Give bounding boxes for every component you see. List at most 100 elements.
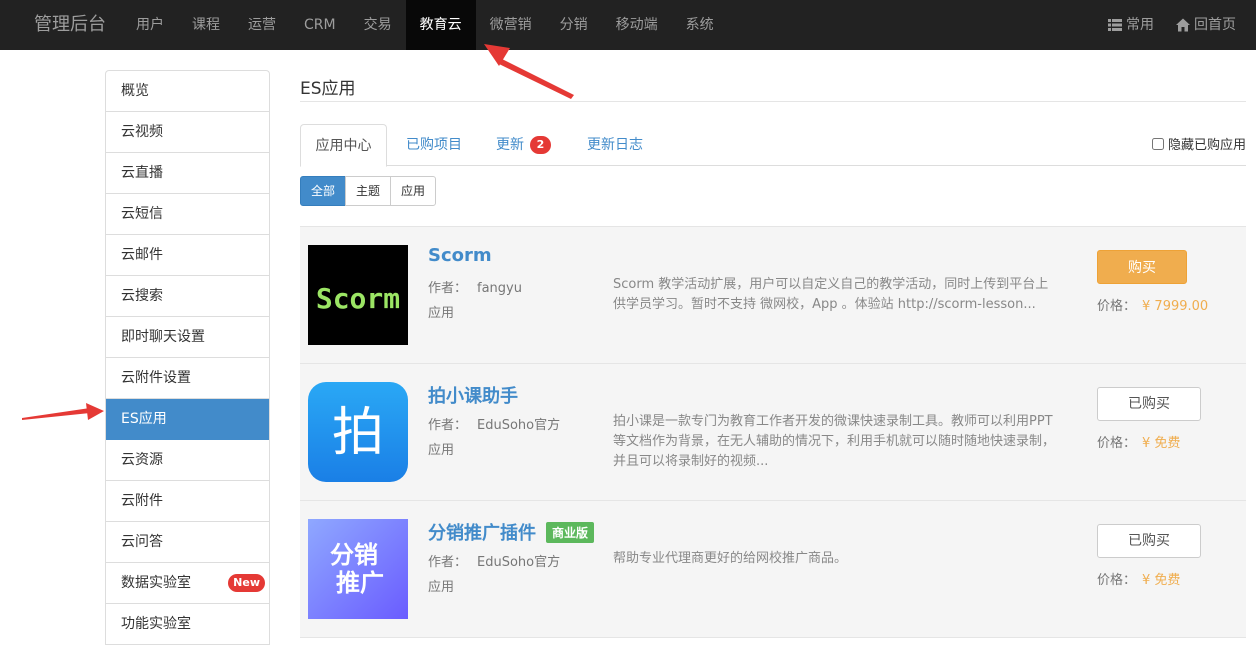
author-value: EduSoho官方 — [477, 418, 561, 433]
sidebar-item-cloud-video[interactable]: 云视频 — [106, 112, 269, 153]
author-label: 作者： — [428, 281, 468, 296]
sidebar-item-es-apps[interactable]: ES应用 — [106, 399, 269, 440]
nav-item-operations[interactable]: 运营 — [234, 0, 290, 50]
title-divider — [300, 101, 1246, 102]
sidebar-item-cloud-resources[interactable]: 云资源 — [106, 440, 269, 481]
tab-changelog[interactable]: 更新日志 — [587, 124, 643, 166]
price-label: 价格： — [1097, 436, 1137, 451]
app-list: Scorm Scorm 作者： fangyu 应用 Scorm 教学活动扩展，用户… — [300, 226, 1246, 638]
price-label: 价格： — [1097, 573, 1137, 588]
list-item: 拍 拍小课助手 作者： EduSoho官方 应用 拍小课是一款专门为教育工作者开发… — [300, 364, 1246, 501]
nav-right: 常用 回首页 — [1108, 0, 1236, 50]
app-description: 帮助专业代理商更好的给网校推广商品。 — [613, 551, 848, 566]
app-author: 作者： EduSoho官方 — [428, 414, 560, 433]
sidebar-item-cloud-qa[interactable]: 云问答 — [106, 522, 269, 563]
nav-item-users[interactable]: 用户 — [122, 0, 178, 50]
app-type: 应用 — [428, 443, 455, 458]
sidebar-item-cloud-live[interactable]: 云直播 — [106, 153, 269, 194]
app-price: 价格： ¥ 7999.00 — [1097, 295, 1208, 314]
app-price: 价格： ¥ 免费 — [1097, 569, 1180, 588]
sidebar-item-cloud-attachments[interactable]: 云附件 — [106, 481, 269, 522]
app-name-text[interactable]: 分销推广插件 — [428, 519, 536, 545]
nav-item-micro-marketing[interactable]: 微营销 — [476, 0, 546, 50]
sidebar-item-feature-lab[interactable]: 功能实验室 — [106, 604, 269, 645]
common-link[interactable]: 常用 — [1108, 0, 1154, 50]
nav-item-trade[interactable]: 交易 — [350, 0, 406, 50]
nav-item-edu-cloud[interactable]: 教育云 — [405, 0, 476, 50]
app-description: Scorm 教学活动扩展，用户可以自定义自己的教学活动，同时上传到平台上供学员学… — [613, 277, 1049, 312]
app-type: 应用 — [428, 580, 455, 595]
main-nav: 用户 课程 运营 CRM 交易 教育云 微营销 分销 移动端 系统 — [122, 0, 728, 50]
paixiaoke-logo[interactable]: 拍 — [308, 382, 408, 482]
top-navbar: 管理后台 用户 课程 运营 CRM 交易 教育云 微营销 分销 移动端 系统 常… — [0, 0, 1256, 50]
author-value: fangyu — [477, 281, 522, 296]
purchased-button[interactable]: 已购买 — [1097, 524, 1201, 558]
svg-text:Scorm: Scorm — [316, 282, 400, 315]
price-value: ¥ 免费 — [1142, 573, 1181, 588]
home-icon — [1176, 18, 1190, 32]
page-title: ES应用 — [300, 79, 356, 99]
arrow-to-edu-cloud — [484, 44, 574, 99]
hide-purchased-label: 隐藏已购应用 — [1167, 138, 1246, 153]
app-name-text[interactable]: 拍小课助手 — [428, 382, 518, 408]
new-badge: New — [228, 574, 265, 592]
sidebar-item-overview[interactable]: 概览 — [106, 71, 269, 112]
scorm-logo[interactable]: Scorm — [308, 245, 408, 345]
author-value: EduSoho官方 — [477, 555, 561, 570]
app-author: 作者： fangyu — [428, 277, 522, 296]
home-label: 回首页 — [1194, 17, 1236, 33]
app-name[interactable]: 拍小课助手 — [428, 382, 518, 408]
app-price: 价格： ¥ 免费 — [1097, 432, 1180, 451]
app-name-text[interactable]: Scorm — [428, 245, 492, 266]
common-label: 常用 — [1126, 17, 1154, 33]
svg-text:拍: 拍 — [332, 403, 384, 463]
tab-bar: 应用中心 已购项目 更新 2 更新日志 — [300, 124, 1246, 167]
price-label: 价格： — [1097, 299, 1137, 314]
price-value: ¥ 7999.00 — [1142, 299, 1209, 314]
hide-purchased-toggle[interactable]: 隐藏已购应用 — [1151, 134, 1246, 153]
tab-updates-label: 更新 — [496, 137, 524, 153]
app-description: 拍小课是一款专门为教育工作者开发的微课快速录制工具。教师可以利用PPT等文档作为… — [613, 414, 1056, 469]
list-item: 分销 推广 分销推广插件 商业版 作者： EduSoho官方 应用 帮助专业代理商更… — [300, 501, 1246, 638]
home-link[interactable]: 回首页 — [1176, 0, 1236, 50]
sidebar-item-label: 数据实验室 — [121, 575, 191, 591]
sidebar-item-im-settings[interactable]: 即时聊天设置 — [106, 317, 269, 358]
nav-item-crm[interactable]: CRM — [290, 0, 350, 50]
sidebar-item-cloud-sms[interactable]: 云短信 — [106, 194, 269, 235]
edition-badge: 商业版 — [546, 521, 595, 543]
sidebar-item-attachment-settings[interactable]: 云附件设置 — [106, 358, 269, 399]
svg-text:推广: 推广 — [336, 569, 384, 597]
update-count-badge: 2 — [530, 136, 551, 154]
nav-item-distribution[interactable]: 分销 — [546, 0, 602, 50]
author-label: 作者： — [428, 555, 468, 570]
price-value: ¥ 免费 — [1142, 436, 1181, 451]
filter-all[interactable]: 全部 — [300, 176, 347, 206]
nav-item-system[interactable]: 系统 — [672, 0, 728, 50]
svg-text:分销: 分销 — [330, 541, 378, 569]
app-name[interactable]: 分销推广插件 商业版 — [428, 519, 595, 545]
arrow-to-es-apps — [22, 403, 104, 420]
tab-purchased[interactable]: 已购项目 — [406, 124, 462, 166]
sidebar-item-cloud-email[interactable]: 云邮件 — [106, 235, 269, 276]
sidebar: 概览 云视频 云直播 云短信 云邮件 云搜索 即时聊天设置 云附件设置 ES应用… — [105, 70, 270, 645]
app-type: 应用 — [428, 306, 455, 321]
app-name[interactable]: Scorm — [428, 245, 492, 266]
purchased-button[interactable]: 已购买 — [1097, 387, 1201, 421]
sidebar-item-cloud-search[interactable]: 云搜索 — [106, 276, 269, 317]
buy-button[interactable]: 购买 — [1097, 250, 1187, 284]
type-filter: 全部 主题 应用 — [300, 176, 437, 206]
list-icon — [1108, 19, 1122, 31]
nav-item-mobile[interactable]: 移动端 — [602, 0, 672, 50]
nav-item-courses[interactable]: 课程 — [178, 0, 234, 50]
distribution-plugin-logo[interactable]: 分销 推广 — [308, 519, 408, 619]
author-label: 作者： — [428, 418, 468, 433]
tab-app-center[interactable]: 应用中心 — [300, 124, 387, 167]
tab-updates[interactable]: 更新 2 — [496, 124, 551, 166]
hide-purchased-checkbox[interactable] — [1151, 137, 1164, 150]
brand-title[interactable]: 管理后台 — [34, 0, 106, 50]
filter-app[interactable]: 应用 — [390, 176, 437, 206]
app-author: 作者： EduSoho官方 — [428, 551, 560, 570]
sidebar-item-data-lab[interactable]: 数据实验室 New — [106, 563, 269, 604]
list-item: Scorm Scorm 作者： fangyu 应用 Scorm 教学活动扩展，用户… — [300, 227, 1246, 364]
filter-theme[interactable]: 主题 — [345, 176, 392, 206]
